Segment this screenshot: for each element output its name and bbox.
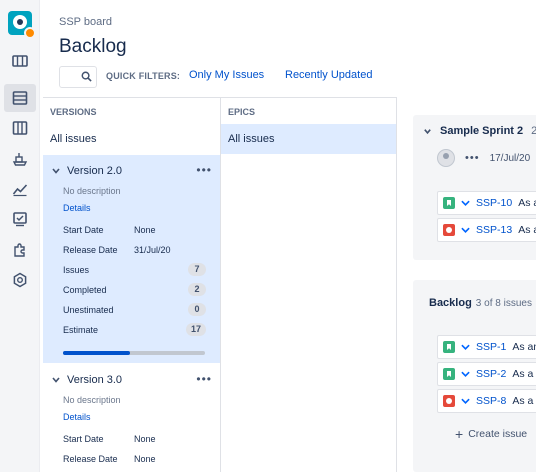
bug-icon [443,224,455,236]
releases-icon[interactable] [4,145,36,173]
version-card[interactable]: Version 2.0 ••• No description Details S… [43,155,220,363]
issue-row[interactable]: SSP-13 As a [437,218,536,242]
sprint-name[interactable]: Sample Sprint 2 [440,125,523,137]
versions-all-issues[interactable]: All issues [50,133,96,145]
issue-row[interactable]: SSP-2 As a p [437,362,536,386]
issue-key[interactable]: SSP-10 [476,197,512,209]
add-ons-icon[interactable] [4,236,36,264]
create-issue-button[interactable]: + Create issue [455,426,527,442]
version-name: Version 2.0 [67,165,123,177]
avatar[interactable] [437,149,455,167]
issue-summary: As a p [512,395,536,407]
issue-key[interactable]: SSP-13 [476,224,512,236]
story-icon [443,368,455,380]
plus-icon: + [455,426,464,442]
issue-row[interactable]: SSP-1 As an [437,335,536,359]
settings-icon[interactable] [4,266,36,294]
version-description: No description [63,395,121,405]
story-icon [443,341,455,353]
epics-heading: EPICS [228,107,256,117]
version-details-link[interactable]: Details [63,412,91,422]
issue-summary: As an [512,341,536,353]
board-icon[interactable] [4,47,36,75]
sprint-date: 17/Jul/20 [489,152,531,164]
story-icon [443,197,455,209]
chevron-down-icon[interactable] [51,166,61,176]
more-icon[interactable]: ••• [196,163,212,177]
reports-icon[interactable] [4,175,36,203]
page-title: Backlog [59,36,127,57]
version-details-link[interactable]: Details [63,203,91,213]
search-input[interactable] [59,66,97,88]
search-icon [81,71,92,82]
chevron-down-icon[interactable] [423,127,432,136]
version-card[interactable]: Version 3.0 ••• No description Details S… [43,364,220,472]
priority-low-icon [461,398,470,404]
priority-low-icon [461,371,470,377]
quick-filter-only-my-issues[interactable]: Only My Issues [189,69,264,81]
count-badge: 7 [188,263,206,276]
count-badge: 17 [185,323,206,336]
create-issue-label: Create issue [468,428,528,440]
quick-filter-recently-updated[interactable]: Recently Updated [285,69,372,81]
sprint-issue-count: 2 [531,125,536,137]
quick-filters-label: QUICK FILTERS: [106,71,181,81]
backlog-icon[interactable] [4,84,36,112]
issue-summary: As a p [512,368,536,380]
issue-key[interactable]: SSP-2 [476,368,506,380]
app-logo[interactable] [8,11,36,39]
version-progress-bar [63,351,205,355]
version-progress-fill [63,351,130,355]
issues-icon[interactable] [4,205,36,233]
more-icon[interactable]: ••• [465,152,480,164]
backlog-issue-count: 3 of 8 issues [475,298,532,309]
version-description: No description [63,186,121,196]
priority-low-icon [461,200,470,206]
breadcrumb[interactable]: SSP board [59,16,112,28]
backlog-title: Backlog [429,297,472,309]
issue-row[interactable]: SSP-8 As a p [437,389,536,413]
left-nav-rail [0,0,40,472]
versions-heading: VERSIONS [50,107,97,117]
priority-low-icon [461,344,470,350]
more-icon[interactable]: ••• [196,372,212,386]
count-badge: 2 [188,283,206,296]
version-name: Version 3.0 [67,374,123,386]
chevron-down-icon[interactable] [51,375,61,385]
issue-key[interactable]: SSP-8 [476,395,506,407]
issue-row[interactable]: SSP-10 As a [437,191,536,215]
bug-icon [443,395,455,407]
epics-all-issues[interactable]: All issues [228,133,274,145]
priority-low-icon [461,227,470,233]
issue-key[interactable]: SSP-1 [476,341,506,353]
count-badge: 0 [188,303,206,316]
issue-summary: As a [518,224,536,236]
columns-icon[interactable] [4,114,36,142]
issue-summary: As a [518,197,536,209]
